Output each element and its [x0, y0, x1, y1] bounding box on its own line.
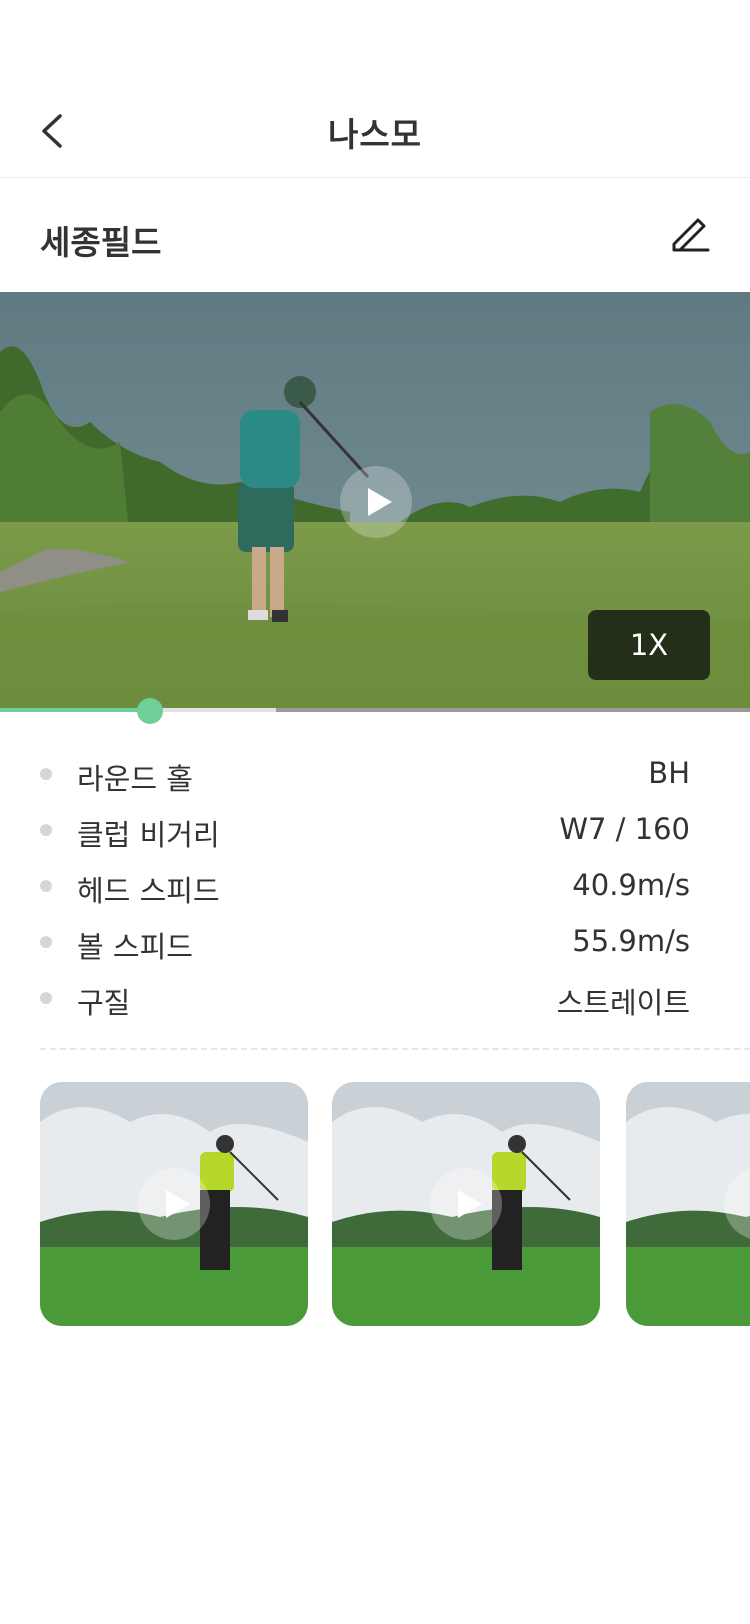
pencil-edit-icon[interactable] [668, 212, 712, 256]
stat-label: 헤드 스피드 [77, 874, 220, 908]
stat-value: BH [648, 756, 690, 790]
swing-stats-list: 라운드 홀 BH 클럽 비거리 W7 / 160 헤드 스피드 40.9m/s … [0, 752, 750, 1032]
stat-label: 라운드 홀 [77, 762, 193, 796]
stat-value: W7 / 160 [559, 812, 690, 846]
progress-played [0, 708, 150, 712]
progress-scrubber-handle[interactable] [137, 698, 163, 724]
bullet-dot [40, 880, 52, 892]
video-thumbnail[interactable] [626, 1082, 750, 1326]
play-icon [166, 1190, 190, 1218]
video-progress-bar[interactable] [0, 698, 750, 724]
playback-speed-button[interactable]: 1X [588, 610, 710, 680]
bullet-dot [40, 824, 52, 836]
app-header: 나스모 [0, 0, 750, 178]
stat-label: 구질 [77, 986, 131, 1020]
video-thumbnail[interactable] [332, 1082, 600, 1326]
stat-value: 40.9m/s [572, 868, 690, 902]
bullet-dot [40, 992, 52, 1004]
bullet-dot [40, 936, 52, 948]
thumbnail-play-button[interactable] [430, 1168, 502, 1240]
video-thumbnail-list [0, 1082, 750, 1326]
stat-label: 클럽 비거리 [77, 818, 220, 852]
stat-row-round-hole: 라운드 홀 BH [0, 752, 750, 808]
stat-label: 볼 스피드 [77, 930, 193, 964]
venue-name: 세종필드 [40, 223, 162, 262]
play-icon [368, 488, 392, 516]
stat-value: 55.9m/s [572, 924, 690, 958]
play-icon [458, 1190, 482, 1218]
stat-row-ball-speed: 볼 스피드 55.9m/s [0, 920, 750, 976]
video-thumbnail[interactable] [40, 1082, 308, 1326]
stat-row-ball-flight: 구질 스트레이트 [0, 976, 750, 1032]
stat-value: 스트레이트 [556, 986, 690, 1020]
stat-row-head-speed: 헤드 스피드 40.9m/s [0, 864, 750, 920]
video-player[interactable]: 1X [0, 292, 750, 708]
progress-track [276, 708, 750, 712]
page-title: 나스모 [327, 115, 423, 154]
progress-buffered [150, 708, 276, 712]
venue-row: 세종필드 [0, 178, 750, 292]
stat-row-club-distance: 클럽 비거리 W7 / 160 [0, 808, 750, 864]
dashed-divider [40, 1048, 750, 1050]
thumbnail-play-button[interactable] [138, 1168, 210, 1240]
play-button[interactable] [340, 466, 412, 538]
bullet-dot [40, 768, 52, 780]
